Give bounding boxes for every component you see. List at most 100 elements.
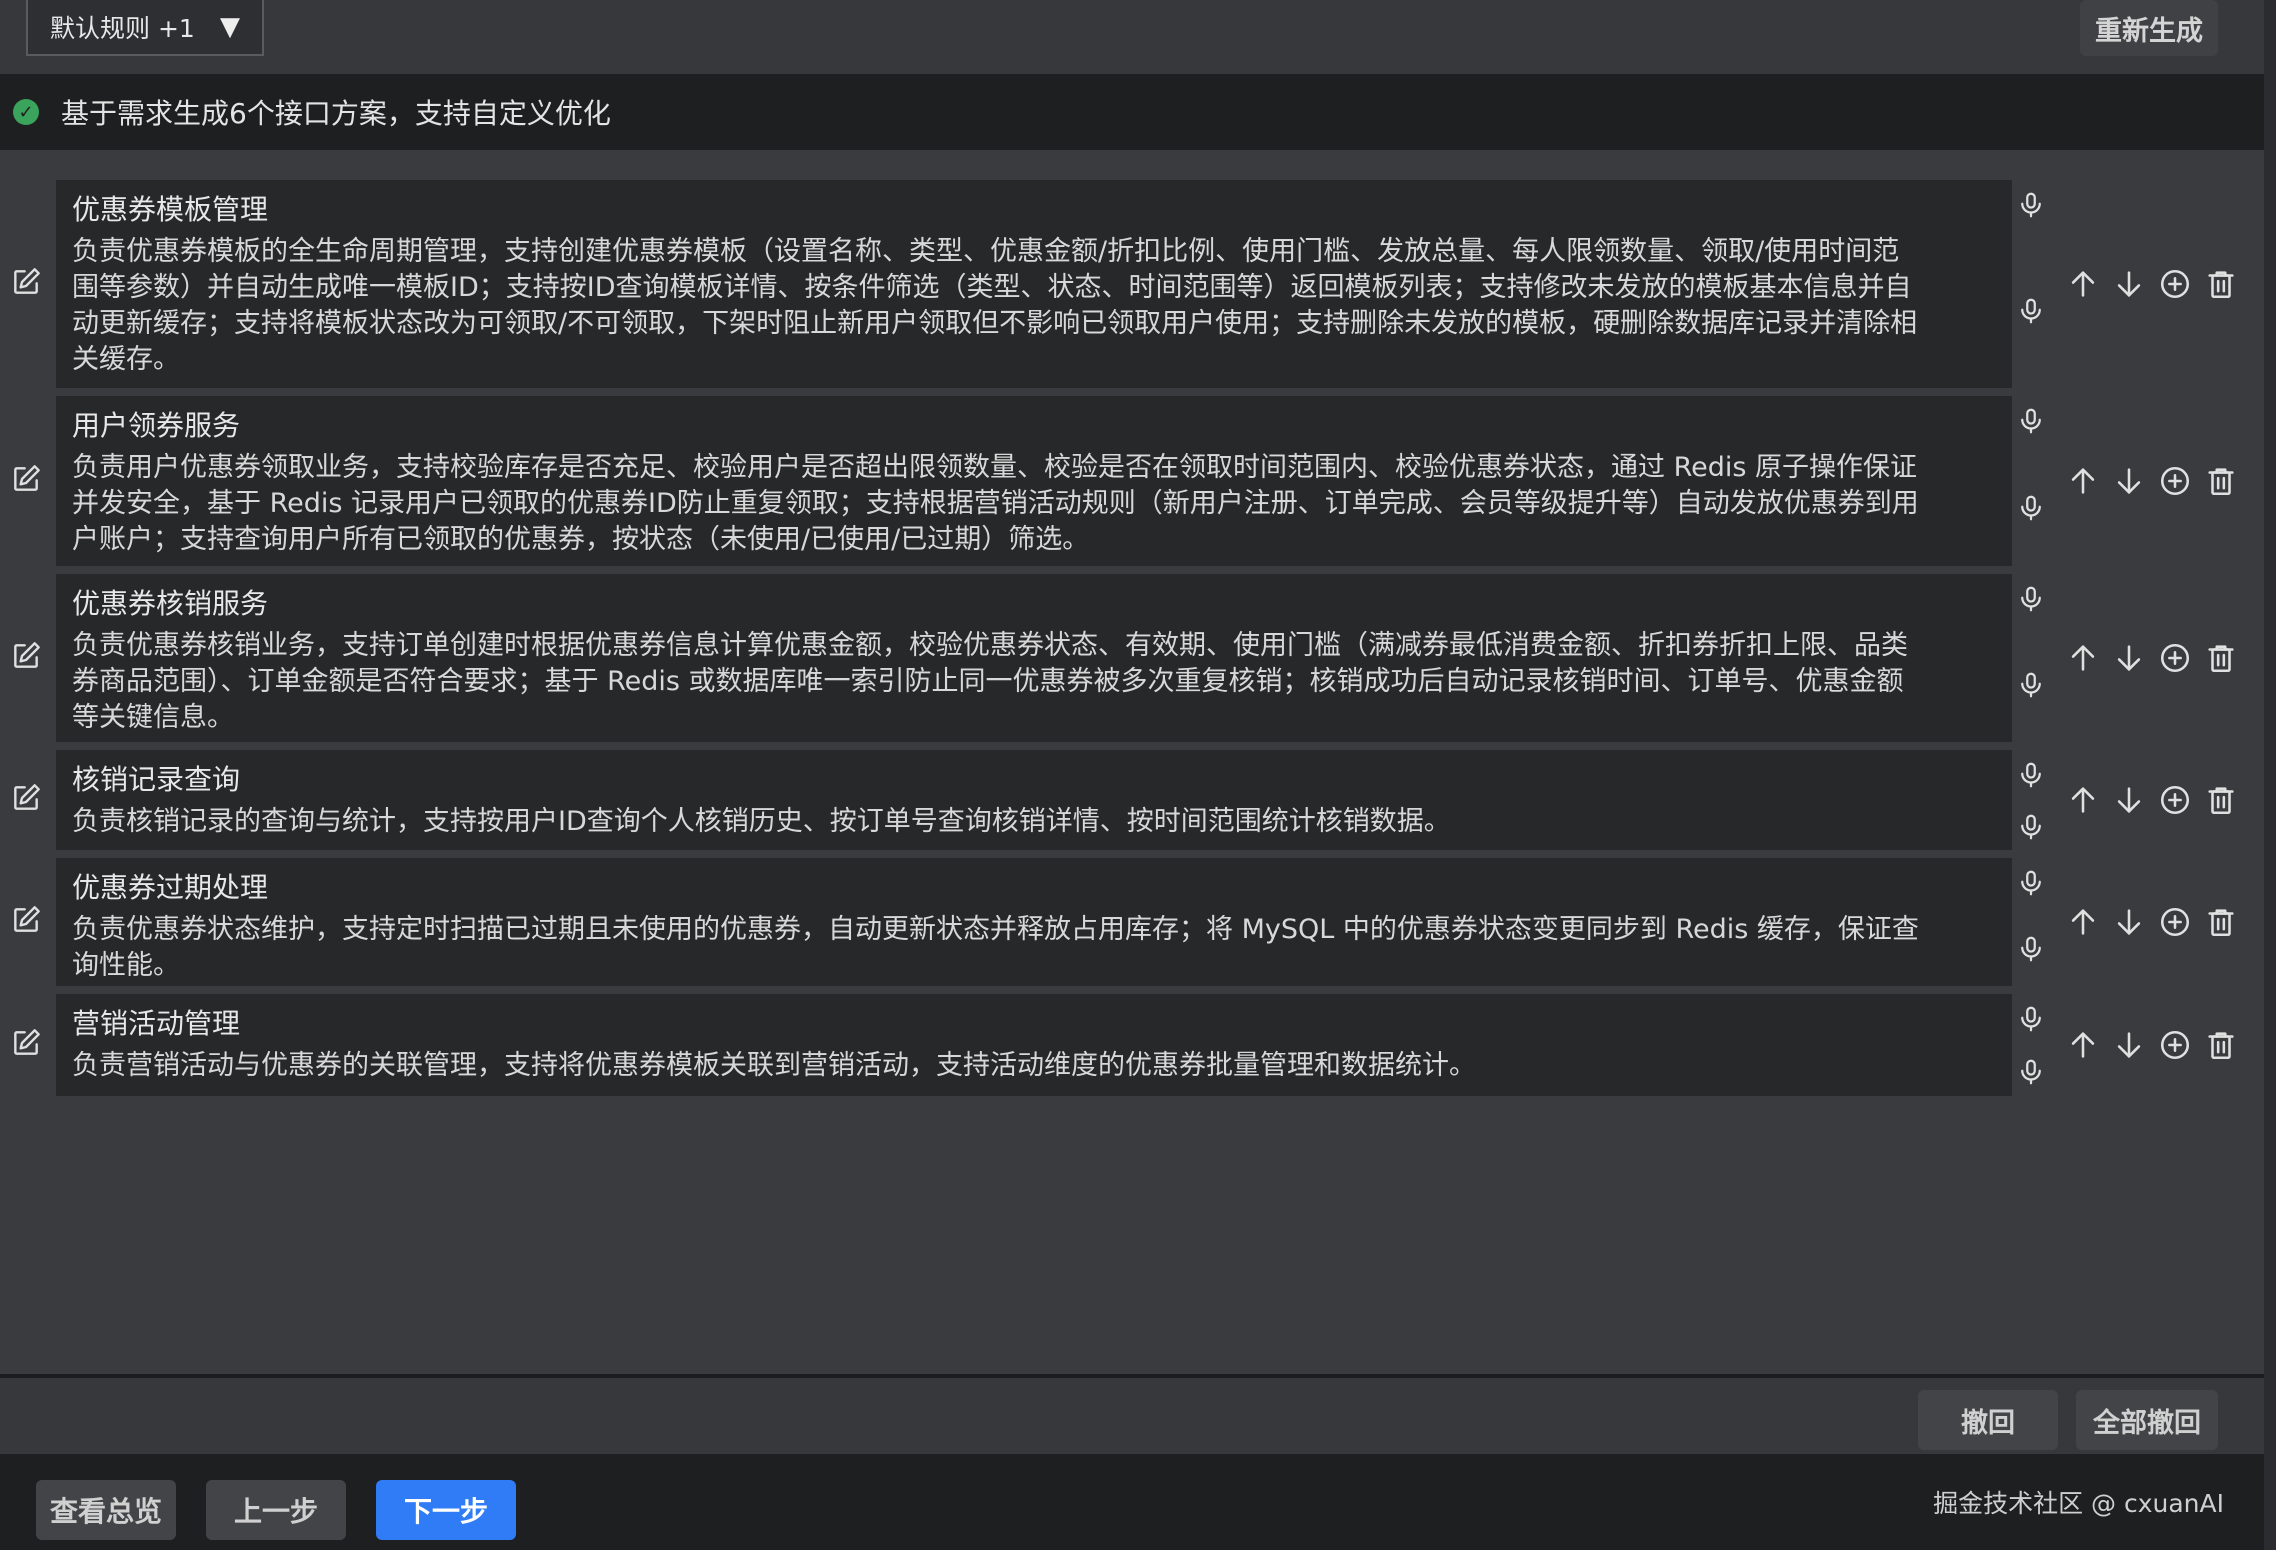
- card-title[interactable]: 核销记录查询: [72, 760, 1996, 800]
- move-down-icon[interactable]: [2106, 1025, 2152, 1065]
- delete-icon[interactable]: [2198, 1025, 2244, 1065]
- description-line: 询性能。: [72, 950, 180, 981]
- description-mic-icon[interactable]: [2016, 489, 2046, 529]
- row-actions: [2060, 461, 2244, 501]
- edit-icon[interactable]: [10, 640, 42, 672]
- title-mic-icon[interactable]: [2016, 186, 2046, 226]
- description-line: 负责优惠券模板的全生命周期管理，支持创建优惠券模板（设置名称、类型、优惠金额/折…: [72, 236, 1900, 267]
- interface-card[interactable]: 优惠券模板管理负责优惠券模板的全生命周期管理，支持创建优惠券模板（设置名称、类型…: [56, 180, 2012, 388]
- title-mic-icon[interactable]: [2016, 580, 2046, 620]
- undo-toolbar: 撤回 全部撤回: [0, 1378, 2264, 1454]
- card-title[interactable]: 优惠券过期处理: [72, 868, 1996, 908]
- row-actions: [2060, 264, 2244, 304]
- move-down-icon[interactable]: [2106, 780, 2152, 820]
- card-description[interactable]: 负责营销活动与优惠券的关联管理，支持将优惠券模板关联到营销活动，支持活动维度的优…: [72, 1048, 1996, 1084]
- delete-icon[interactable]: [2198, 638, 2244, 678]
- description-line: 券商品范围）、订单金额是否符合要求；基于 Redis 或数据库唯一索引防止同一优…: [72, 666, 1904, 697]
- move-down-icon[interactable]: [2106, 461, 2152, 501]
- interface-card[interactable]: 优惠券过期处理负责优惠券状态维护，支持定时扫描已过期且未使用的优惠券，自动更新状…: [56, 858, 2012, 986]
- card-description[interactable]: 负责核销记录的查询与统计，支持按用户ID查询个人核销历史、按订单号查询核销详情、…: [72, 804, 1996, 840]
- footer-bar: 查看总览 上一步 下一步 掘金技术社区 @ cxuanAI: [0, 1454, 2264, 1550]
- description-line: 负责营销活动与优惠券的关联管理，支持将优惠券模板关联到营销活动，支持活动维度的优…: [72, 1050, 1476, 1081]
- description-line: 等关键信息。: [72, 702, 234, 733]
- description-line: 围等参数）并自动生成唯一模板ID；支持按ID查询模板详情、按条件筛选（类型、状态…: [72, 272, 1912, 303]
- next-step-button[interactable]: 下一步: [376, 1480, 516, 1540]
- description-mic-icon[interactable]: [2016, 666, 2046, 706]
- previous-step-button[interactable]: 上一步: [206, 1480, 346, 1540]
- check-circle-icon: ✓: [13, 99, 39, 125]
- description-line: 负责优惠券核销业务，支持订单创建时根据优惠券信息计算优惠金额，校验优惠券状态、有…: [72, 630, 1908, 661]
- card-description[interactable]: 负责用户优惠券领取业务，支持校验库存是否充足、校验用户是否超出限领数量、校验是否…: [72, 450, 1996, 558]
- description-mic-icon[interactable]: [2016, 930, 2046, 970]
- description-line: 负责核销记录的查询与统计，支持按用户ID查询个人核销历史、按订单号查询核销详情、…: [72, 806, 1451, 837]
- description-line: 负责用户优惠券领取业务，支持校验库存是否充足、校验用户是否超出限领数量、校验是否…: [72, 452, 1918, 483]
- move-up-icon[interactable]: [2060, 780, 2106, 820]
- description-mic-icon[interactable]: [2016, 808, 2046, 848]
- status-text: 基于需求生成6个接口方案，支持自定义优化: [61, 97, 611, 130]
- move-up-icon[interactable]: [2060, 1025, 2106, 1065]
- title-mic-icon[interactable]: [2016, 864, 2046, 904]
- edit-icon[interactable]: [10, 266, 42, 298]
- interface-card[interactable]: 优惠券核销服务负责优惠券核销业务，支持订单创建时根据优惠券信息计算优惠金额，校验…: [56, 574, 2012, 742]
- scrollbar-track[interactable]: [2264, 0, 2276, 1550]
- add-circle-icon[interactable]: [2152, 902, 2198, 942]
- row-actions: [2060, 902, 2244, 942]
- move-down-icon[interactable]: [2106, 264, 2152, 304]
- view-overview-button[interactable]: 查看总览: [36, 1480, 176, 1540]
- add-circle-icon[interactable]: [2152, 638, 2198, 678]
- delete-icon[interactable]: [2198, 902, 2244, 942]
- watermark: 掘金技术社区 @ cxuanAI: [1933, 1489, 2224, 1518]
- move-up-icon[interactable]: [2060, 264, 2106, 304]
- chevron-down-icon: ▼: [220, 12, 240, 42]
- move-up-icon[interactable]: [2060, 902, 2106, 942]
- add-circle-icon[interactable]: [2152, 1025, 2198, 1065]
- edit-icon[interactable]: [10, 782, 42, 814]
- delete-icon[interactable]: [2198, 264, 2244, 304]
- interface-card[interactable]: 用户领券服务负责用户优惠券领取业务，支持校验库存是否充足、校验用户是否超出限领数…: [56, 396, 2012, 566]
- interface-card[interactable]: 营销活动管理负责营销活动与优惠券的关联管理，支持将优惠券模板关联到营销活动，支持…: [56, 994, 2012, 1096]
- move-up-icon[interactable]: [2060, 638, 2106, 678]
- regenerate-button[interactable]: 重新生成: [2080, 0, 2218, 56]
- title-mic-icon[interactable]: [2016, 402, 2046, 442]
- description-mic-icon[interactable]: [2016, 292, 2046, 332]
- move-up-icon[interactable]: [2060, 461, 2106, 501]
- add-circle-icon[interactable]: [2152, 264, 2198, 304]
- edit-icon[interactable]: [10, 1027, 42, 1059]
- add-circle-icon[interactable]: [2152, 780, 2198, 820]
- interface-card[interactable]: 核销记录查询负责核销记录的查询与统计，支持按用户ID查询个人核销历史、按订单号查…: [56, 750, 2012, 850]
- description-line: 关缓存。: [72, 344, 180, 375]
- title-mic-icon[interactable]: [2016, 1000, 2046, 1040]
- card-description[interactable]: 负责优惠券状态维护，支持定时扫描已过期且未使用的优惠券，自动更新状态并释放占用库…: [72, 912, 1996, 984]
- status-bar: ✓ 基于需求生成6个接口方案，支持自定义优化: [0, 74, 2264, 150]
- list-item: 优惠券过期处理负责优惠券状态维护，支持定时扫描已过期且未使用的优惠券，自动更新状…: [0, 858, 2264, 994]
- delete-icon[interactable]: [2198, 461, 2244, 501]
- list-item: 营销活动管理负责营销活动与优惠券的关联管理，支持将优惠券模板关联到营销活动，支持…: [0, 994, 2264, 1104]
- undo-all-button[interactable]: 全部撤回: [2076, 1390, 2218, 1450]
- card-title[interactable]: 营销活动管理: [72, 1004, 1996, 1044]
- move-down-icon[interactable]: [2106, 638, 2152, 678]
- description-mic-icon[interactable]: [2016, 1053, 2046, 1093]
- undo-button[interactable]: 撤回: [1918, 1390, 2058, 1450]
- delete-icon[interactable]: [2198, 780, 2244, 820]
- card-description[interactable]: 负责优惠券核销业务，支持订单创建时根据优惠券信息计算优惠金额，校验优惠券状态、有…: [72, 628, 1996, 736]
- description-line: 并发安全，基于 Redis 记录用户已领取的优惠券ID防止重复领取；支持根据营销…: [72, 488, 1919, 519]
- card-title[interactable]: 优惠券核销服务: [72, 584, 1996, 624]
- list-item: 优惠券核销服务负责优惠券核销业务，支持订单创建时根据优惠券信息计算优惠金额，校验…: [0, 574, 2264, 750]
- row-actions: [2060, 1025, 2244, 1065]
- rule-select-dropdown[interactable]: 默认规则 +1 ▼: [26, 0, 264, 56]
- edit-icon[interactable]: [10, 463, 42, 495]
- card-title[interactable]: 优惠券模板管理: [72, 190, 1996, 230]
- edit-icon[interactable]: [10, 904, 42, 936]
- row-actions: [2060, 780, 2244, 820]
- list-item: 优惠券模板管理负责优惠券模板的全生命周期管理，支持创建优惠券模板（设置名称、类型…: [0, 180, 2264, 396]
- list-item: 核销记录查询负责核销记录的查询与统计，支持按用户ID查询个人核销历史、按订单号查…: [0, 750, 2264, 858]
- interface-list: 优惠券模板管理负责优惠券模板的全生命周期管理，支持创建优惠券模板（设置名称、类型…: [0, 180, 2264, 1104]
- card-description[interactable]: 负责优惠券模板的全生命周期管理，支持创建优惠券模板（设置名称、类型、优惠金额/折…: [72, 234, 1996, 378]
- description-line: 负责优惠券状态维护，支持定时扫描已过期且未使用的优惠券，自动更新状态并释放占用库…: [72, 914, 1919, 945]
- list-item: 用户领券服务负责用户优惠券领取业务，支持校验库存是否充足、校验用户是否超出限领数…: [0, 396, 2264, 574]
- move-down-icon[interactable]: [2106, 902, 2152, 942]
- title-mic-icon[interactable]: [2016, 756, 2046, 796]
- card-title[interactable]: 用户领券服务: [72, 406, 1996, 446]
- add-circle-icon[interactable]: [2152, 461, 2198, 501]
- row-actions: [2060, 638, 2244, 678]
